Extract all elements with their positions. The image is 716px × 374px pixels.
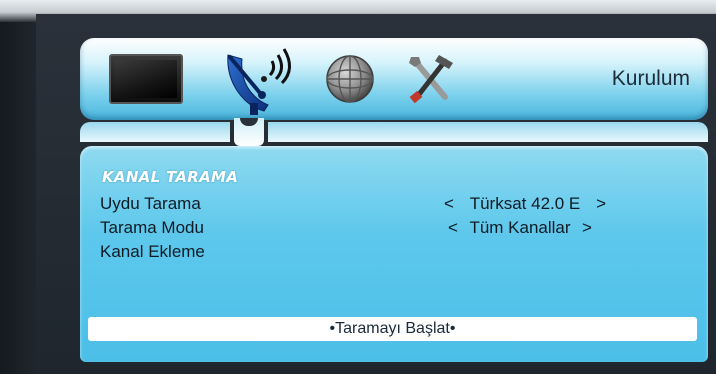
tools-graphic bbox=[409, 55, 453, 104]
scan-mode-value: Tüm Kanallar bbox=[469, 218, 571, 237]
sub-bar-left bbox=[80, 122, 230, 142]
left-arrow-icon[interactable]: < bbox=[446, 216, 460, 240]
globe-icon[interactable] bbox=[320, 38, 380, 120]
selected-tab-connector bbox=[234, 118, 264, 146]
start-scan-button[interactable]: •Taramayı Başlat• bbox=[88, 317, 697, 341]
satellite-scan-label: Uydu Tarama bbox=[100, 194, 201, 213]
satellite-scan-row[interactable]: Uydu Tarama < Türksat 42.0 E > bbox=[100, 192, 700, 216]
right-arrow-icon[interactable]: > bbox=[580, 216, 594, 240]
scan-mode-selector[interactable]: < Tüm Kanallar > bbox=[446, 216, 594, 240]
tv-icon[interactable] bbox=[108, 38, 184, 120]
tv-screen-shape bbox=[109, 54, 183, 104]
screen-bezel-left bbox=[0, 0, 40, 374]
satellite-dish-icon[interactable] bbox=[220, 38, 300, 120]
satellite-dish-graphic bbox=[227, 48, 291, 115]
sub-bar-right bbox=[268, 122, 708, 142]
satellite-scan-selector[interactable]: < Türksat 42.0 E > bbox=[442, 192, 608, 216]
right-arrow-icon[interactable]: > bbox=[594, 192, 608, 216]
add-channel-label: Kanal Ekleme bbox=[100, 242, 205, 261]
panel-title: KANAL TARAMA bbox=[102, 168, 239, 186]
satellite-scan-value: Türksat 42.0 E bbox=[469, 194, 581, 213]
globe-graphic bbox=[326, 55, 374, 103]
settings-menu-bar: Kurulum bbox=[80, 38, 708, 120]
menu-sub-bar bbox=[80, 122, 708, 142]
channel-scan-panel: KANAL TARAMA Uydu Tarama < Türksat 42.0 … bbox=[80, 146, 708, 362]
scan-mode-row[interactable]: Tarama Modu < Tüm Kanallar > bbox=[100, 216, 700, 240]
left-arrow-icon[interactable]: < bbox=[442, 192, 456, 216]
scan-mode-label: Tarama Modu bbox=[100, 218, 204, 237]
tools-icon[interactable] bbox=[400, 38, 460, 120]
menu-title: Kurulum bbox=[611, 67, 690, 90]
add-channel-row[interactable]: Kanal Ekleme bbox=[100, 240, 700, 264]
